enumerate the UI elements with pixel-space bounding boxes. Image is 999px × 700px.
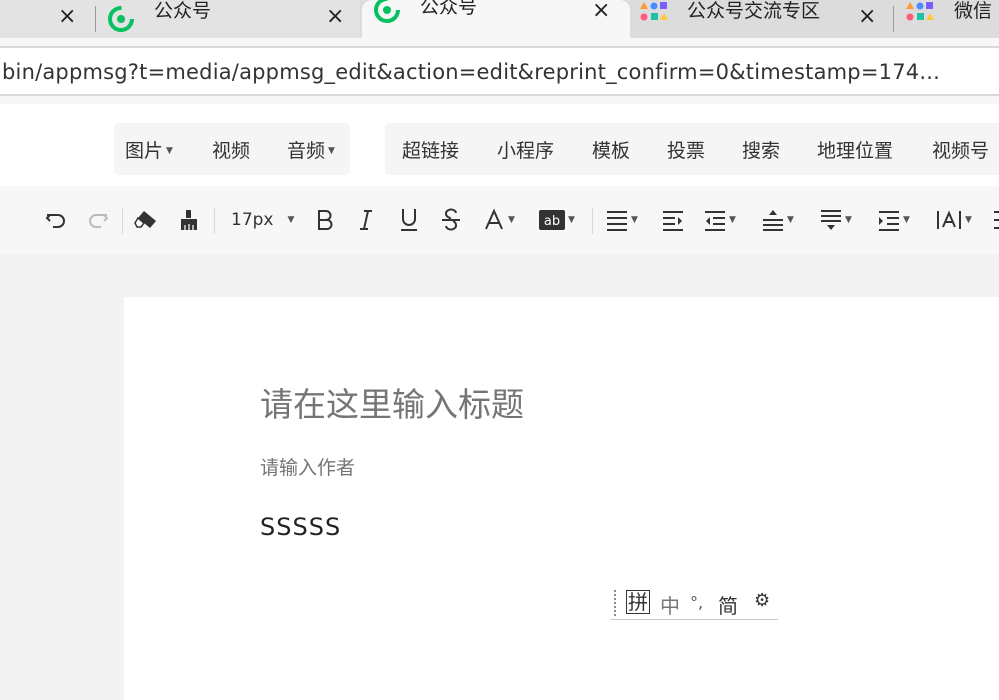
dropdown-caret-icon: ▼: [508, 215, 515, 225]
indent-icon[interactable]: [662, 204, 684, 236]
close-tab-icon[interactable]: ×: [326, 4, 344, 29]
dropdown-caret-icon: ▼: [903, 215, 910, 225]
article-body-text[interactable]: SSSSS: [260, 513, 341, 541]
bold-icon[interactable]: [314, 204, 334, 236]
address-bar: bin/appmsg?t=media/appmsg_edit&action=ed…: [0, 38, 999, 104]
community-icon: [640, 2, 668, 21]
media-toolbar: 图片 ▼ 视频 音频 ▼ 超链接 小程序 模板 投票 搜索 地理位置 视频号: [0, 104, 999, 186]
button-label: 音频: [287, 140, 326, 162]
letter-spacing-icon[interactable]: ▼: [936, 204, 972, 236]
dropdown-caret-icon: ▼: [965, 215, 972, 225]
format-painter-icon[interactable]: [178, 204, 200, 236]
paragraph-spacing-icon[interactable]: ▼: [820, 204, 852, 236]
content-insert-group: 超链接 小程序 模板 投票 搜索 地理位置 视频号: [385, 123, 999, 175]
wechat-mp-icon: [374, 0, 400, 23]
dropdown-caret-icon: ▼: [729, 215, 736, 225]
button-label: 图片: [125, 140, 164, 162]
tab-title: 微信: [954, 0, 993, 22]
search-button[interactable]: 搜索: [742, 136, 780, 163]
wechat-mp-icon: [108, 6, 134, 32]
svg-text:ab: ab: [544, 214, 560, 229]
align-icon[interactable]: ▼: [606, 204, 638, 236]
dropdown-caret-icon: ▼: [568, 215, 575, 225]
editor-area: SSSSS 拼 中 °, 简 ⚙: [0, 254, 999, 700]
insert-image-button[interactable]: 图片 ▼: [125, 136, 173, 163]
mini-program-button[interactable]: 小程序: [497, 136, 554, 163]
ime-toolbar: 拼 中 °, 简 ⚙: [610, 587, 778, 621]
line-height-icon[interactable]: ▼: [762, 204, 794, 236]
toolbar-divider: [214, 208, 215, 234]
media-insert-group: 图片 ▼ 视频 音频 ▼: [114, 123, 350, 175]
dropdown-caret-icon: ▼: [631, 215, 638, 225]
ime-underline: [610, 619, 778, 620]
redo-icon[interactable]: [86, 204, 110, 236]
toolbar-divider: [122, 208, 123, 234]
strikethrough-icon[interactable]: [440, 204, 462, 236]
browser-tab-4[interactable]: 微信: [894, 0, 999, 38]
browser-tab-2[interactable]: 公众号 ×: [96, 0, 360, 38]
ime-drag-handle[interactable]: [614, 590, 617, 616]
italic-icon[interactable]: [356, 204, 376, 236]
outdent-icon[interactable]: ▼: [704, 204, 736, 236]
ime-punctuation-icon[interactable]: °,: [690, 593, 703, 612]
close-tab-icon[interactable]: ×: [58, 4, 76, 29]
insert-audio-button[interactable]: 音频 ▼: [287, 136, 335, 163]
article-author-input[interactable]: [260, 457, 760, 479]
ime-settings-icon[interactable]: ⚙: [754, 590, 770, 611]
dropdown-caret-icon: ▼: [166, 146, 173, 156]
article-paper: SSSSS 拼 中 °, 简 ⚙: [124, 297, 999, 700]
url-text: bin/appmsg?t=media/appmsg_edit&action=ed…: [2, 60, 940, 84]
url-input[interactable]: bin/appmsg?t=media/appmsg_edit&action=ed…: [0, 46, 999, 96]
undo-icon[interactable]: [44, 204, 68, 236]
ime-chinese-mode-icon[interactable]: 中: [660, 590, 680, 619]
dropdown-caret-icon: ▼: [845, 215, 852, 225]
insert-video-button[interactable]: 视频: [212, 136, 250, 163]
dropdown-caret-icon: ▼: [787, 215, 794, 225]
background-color-icon[interactable]: ab ▼: [539, 204, 575, 236]
browser-tab-strip: × 公众号 × 公众号 × 公众号交流专区 × 微信: [0, 0, 999, 44]
tab-title: 公众号交流专区: [687, 0, 821, 22]
tab-title: 公众号: [154, 0, 212, 22]
dropdown-caret-icon: ▼: [287, 215, 295, 225]
article-title-input[interactable]: [260, 385, 960, 424]
font-size-select[interactable]: 17px ▼: [231, 204, 294, 236]
browser-tab-3[interactable]: 公众号交流专区 ×: [632, 0, 892, 38]
ime-simplified-icon[interactable]: 简: [718, 590, 738, 619]
tab-title: 公众号: [420, 0, 478, 18]
dropdown-caret-icon: ▼: [328, 146, 335, 156]
community-icon: [906, 2, 934, 21]
eraser-icon[interactable]: [134, 204, 160, 236]
font-size-value: 17px: [231, 210, 274, 230]
vote-button[interactable]: 投票: [667, 136, 705, 163]
hyperlink-button[interactable]: 超链接: [402, 136, 459, 163]
toolbar-divider: [592, 208, 593, 234]
close-tab-icon[interactable]: ×: [592, 0, 610, 23]
template-button[interactable]: 模板: [592, 136, 630, 163]
format-toolbar: 17px ▼ ▼ ab ▼ ▼ ▼ ▼ ▼ ▼ ▼: [0, 186, 999, 254]
close-tab-icon[interactable]: ×: [858, 4, 876, 29]
font-color-icon[interactable]: ▼: [483, 204, 515, 236]
location-button[interactable]: 地理位置: [817, 136, 893, 163]
ime-pinyin-mode-icon[interactable]: 拼: [626, 590, 650, 614]
list-indent-icon[interactable]: ▼: [878, 204, 910, 236]
underline-icon[interactable]: [398, 204, 420, 236]
more-format-icon[interactable]: [994, 204, 999, 236]
channels-button[interactable]: 视频号: [932, 136, 989, 163]
